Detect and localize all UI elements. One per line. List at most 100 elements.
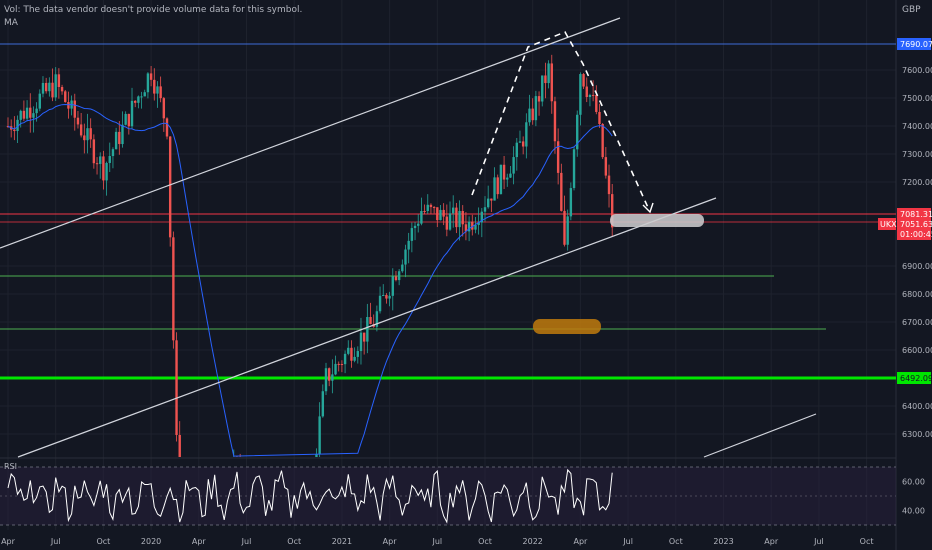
candle bbox=[464, 212, 468, 241]
price-tick-label: 6800.00 bbox=[902, 290, 932, 299]
candle bbox=[22, 100, 26, 122]
time-tick-label: Jul bbox=[813, 537, 824, 546]
candle bbox=[79, 112, 83, 138]
candle bbox=[439, 205, 442, 221]
candle bbox=[401, 259, 404, 273]
candle bbox=[471, 214, 474, 236]
candle bbox=[321, 384, 325, 418]
candle bbox=[137, 95, 140, 109]
price-tick-label: 7400.00 bbox=[902, 122, 932, 131]
volume-note: Vol: The data vendor doesn't provide vol… bbox=[4, 5, 303, 15]
rsi-tick-label: 40.00 bbox=[902, 507, 925, 516]
candle bbox=[385, 293, 388, 304]
time-tick-label: 2022 bbox=[523, 537, 543, 546]
candle bbox=[525, 113, 528, 159]
candle bbox=[359, 317, 363, 365]
ma-indicator-label[interactable]: MA bbox=[4, 18, 18, 28]
candle bbox=[38, 89, 41, 112]
rsi-axis: 60.00 40.00 bbox=[902, 478, 925, 516]
candle bbox=[54, 67, 57, 102]
candle bbox=[550, 54, 553, 114]
candle bbox=[432, 206, 436, 214]
time-axis[interactable]: Apr Jul Oct 2020 Apr Jul Oct 2021 Apr Jul Oct 2022 A… bbox=[1, 537, 873, 546]
candle bbox=[315, 448, 318, 457]
candle bbox=[576, 110, 579, 157]
target-zone[interactable] bbox=[610, 214, 704, 227]
candle bbox=[356, 346, 359, 364]
candle bbox=[417, 214, 420, 233]
candle bbox=[413, 221, 417, 241]
candle bbox=[175, 332, 178, 442]
rsi-tick-label: 60.00 bbox=[902, 478, 925, 487]
candle bbox=[445, 204, 449, 237]
candle bbox=[582, 72, 585, 90]
candle bbox=[51, 68, 54, 102]
time-tick-label: Apr bbox=[383, 537, 398, 546]
projected-trend-line[interactable] bbox=[703, 413, 817, 458]
candle bbox=[366, 303, 369, 354]
price-tick-label: 7500.00 bbox=[902, 94, 932, 103]
candle bbox=[407, 232, 410, 264]
candle bbox=[156, 81, 159, 108]
candle bbox=[537, 91, 541, 116]
candle bbox=[404, 244, 407, 278]
candle bbox=[502, 156, 506, 189]
candle bbox=[168, 136, 172, 247]
candle bbox=[512, 146, 515, 185]
current-price-tag: 7051.63 01:00:45 bbox=[897, 218, 932, 240]
candle bbox=[547, 60, 550, 89]
candle bbox=[25, 100, 29, 122]
candle bbox=[114, 127, 118, 150]
candle bbox=[496, 174, 499, 199]
candle bbox=[458, 200, 461, 241]
candle bbox=[92, 134, 96, 169]
candle bbox=[515, 138, 518, 171]
candle bbox=[124, 111, 127, 126]
price-tick-label: 6700.00 bbox=[902, 318, 932, 327]
candle bbox=[83, 123, 86, 154]
candle bbox=[146, 72, 150, 99]
candle bbox=[73, 93, 76, 131]
candle bbox=[493, 167, 496, 201]
candle bbox=[143, 89, 146, 97]
candle bbox=[57, 68, 61, 99]
candle bbox=[318, 402, 321, 457]
price-tick-label: 6400.00 bbox=[902, 402, 932, 411]
candle bbox=[362, 332, 366, 355]
candle bbox=[410, 222, 414, 253]
candle bbox=[95, 157, 99, 175]
candle bbox=[461, 205, 464, 237]
candle bbox=[375, 305, 379, 332]
candle bbox=[149, 66, 153, 87]
candle bbox=[486, 185, 490, 209]
candle bbox=[560, 163, 563, 212]
candlestick-series bbox=[6, 54, 614, 457]
symbol-tag-text: UKX bbox=[880, 220, 897, 229]
candle bbox=[64, 89, 67, 103]
candle bbox=[369, 302, 372, 325]
chart-canvas[interactable]: 7600.00 7500.00 7400.00 7300.00 7200.00 6900.… bbox=[0, 0, 932, 550]
candle bbox=[544, 62, 547, 99]
projection-arrow-icon bbox=[642, 202, 654, 214]
candle bbox=[48, 77, 51, 97]
candle bbox=[572, 146, 576, 191]
candle bbox=[41, 76, 45, 98]
candle bbox=[105, 161, 108, 196]
rsi-indicator-label[interactable]: RSI bbox=[4, 462, 17, 471]
candle bbox=[607, 164, 611, 208]
support-zone[interactable] bbox=[533, 319, 601, 334]
candle bbox=[483, 196, 487, 222]
candle bbox=[506, 173, 509, 187]
price-tag-top-blue: 7690.07 bbox=[897, 38, 932, 50]
candle bbox=[588, 93, 592, 107]
candle bbox=[553, 96, 557, 154]
lower-trend-line[interactable] bbox=[17, 197, 717, 458]
candle bbox=[423, 204, 426, 215]
candle bbox=[102, 150, 105, 190]
candle bbox=[499, 164, 503, 195]
price-tick-label: 6600.00 bbox=[902, 346, 932, 355]
time-tick-label: Apr bbox=[764, 537, 779, 546]
candle bbox=[70, 95, 73, 116]
time-tick-label: Jul bbox=[241, 537, 252, 546]
candle bbox=[455, 202, 458, 234]
